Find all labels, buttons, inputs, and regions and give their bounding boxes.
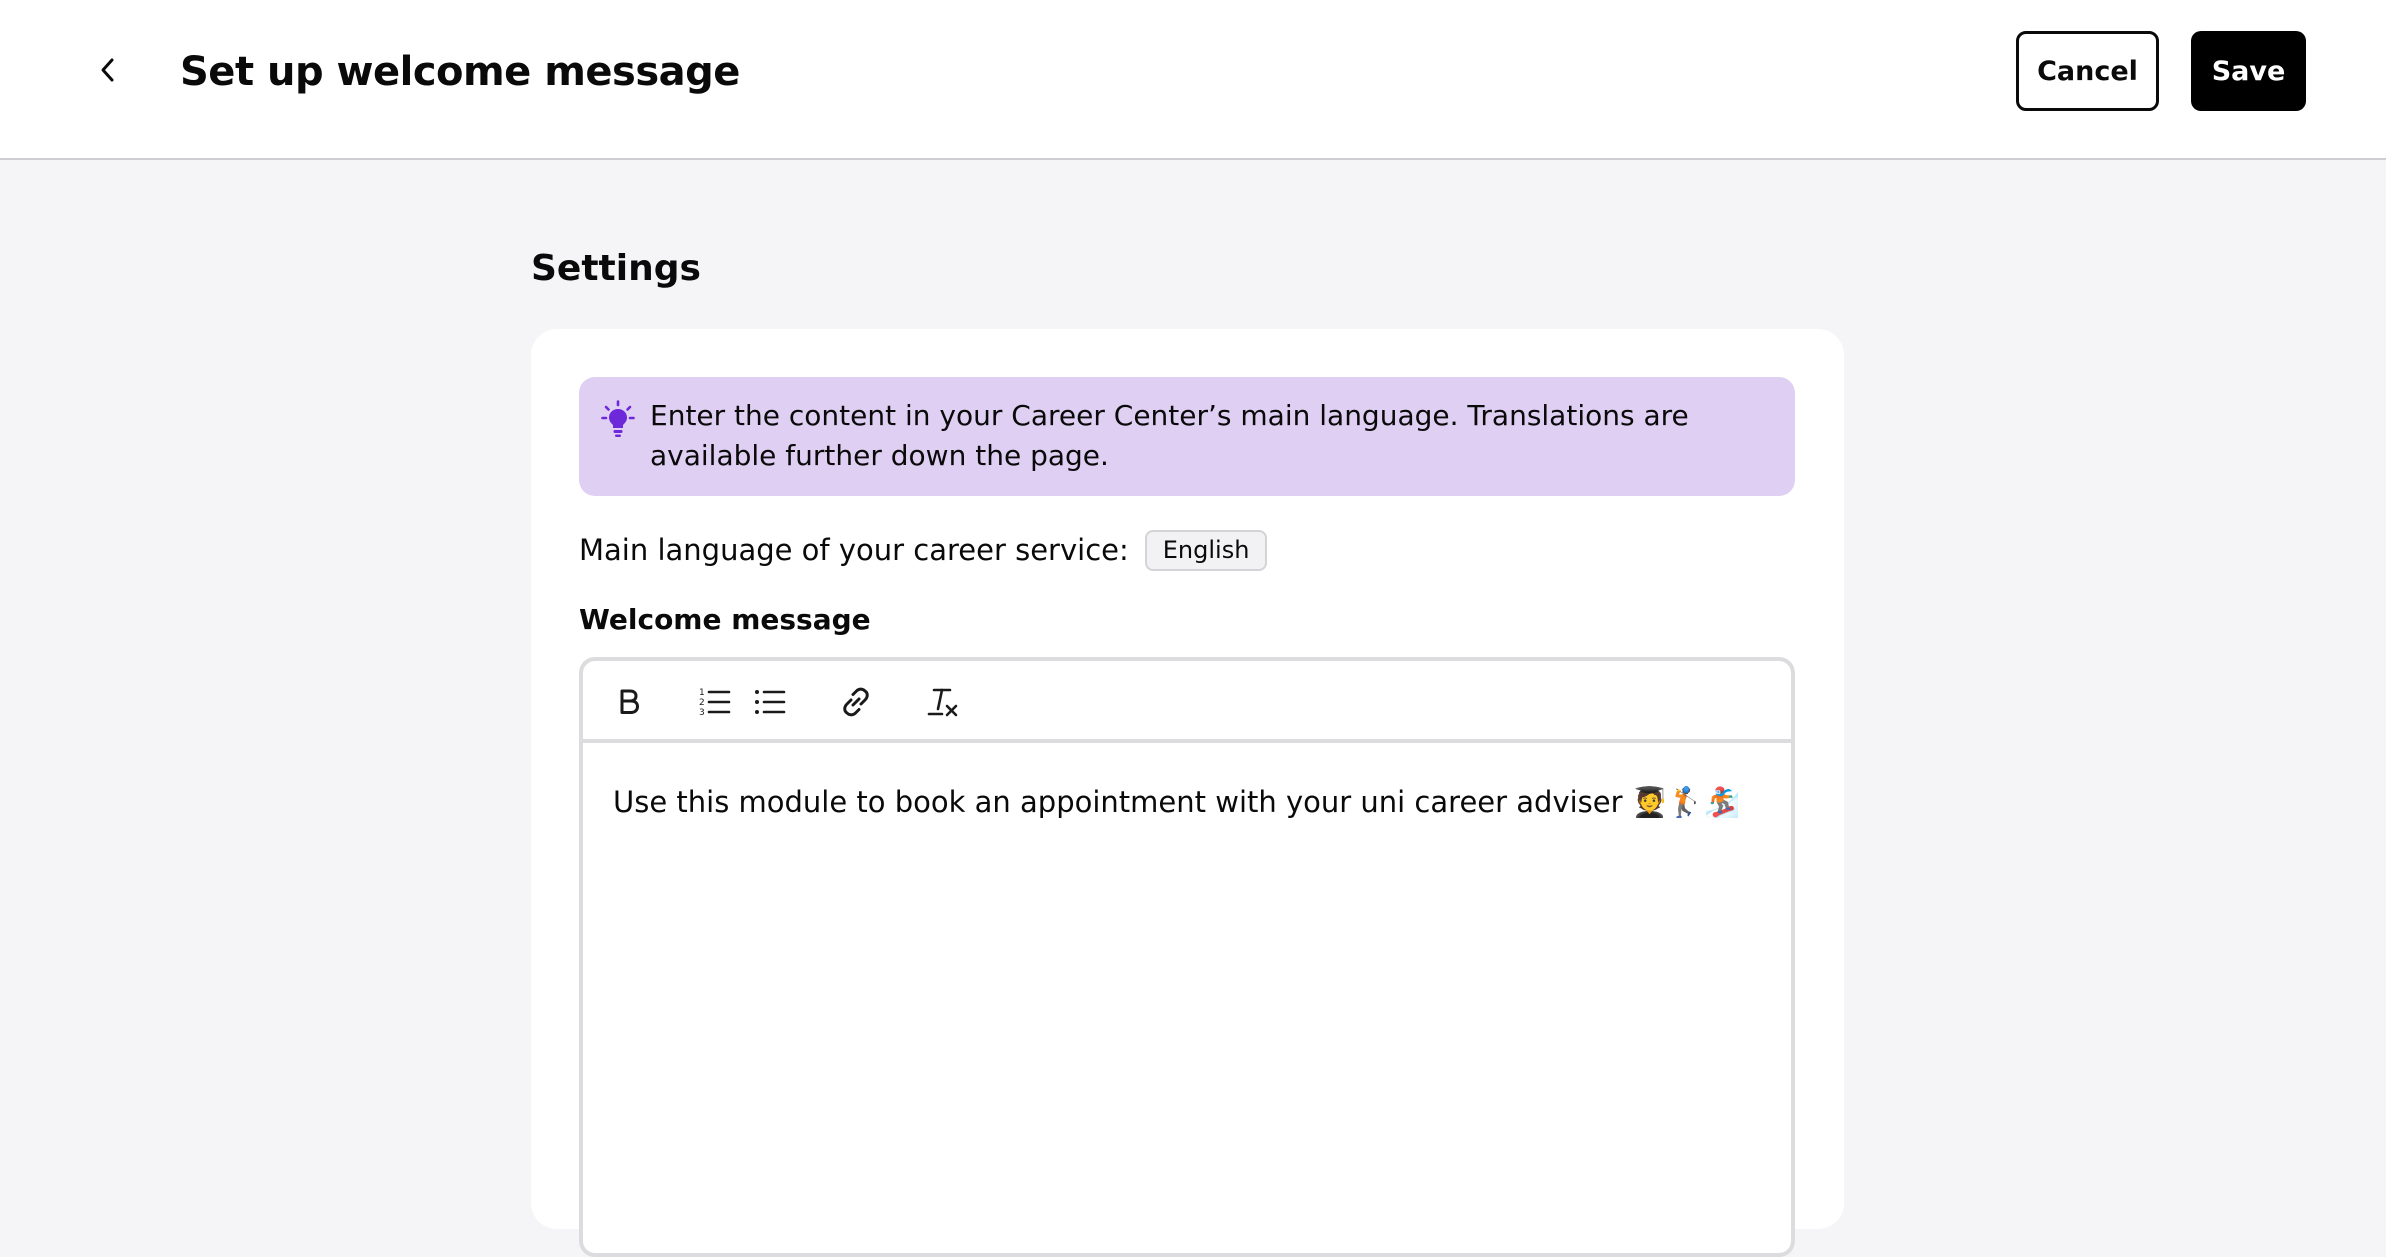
bullet-list-button[interactable] <box>750 682 790 722</box>
language-label: Main language of your career service: <box>579 533 1129 567</box>
page-title: Set up welcome message <box>180 49 740 95</box>
ordered-list-icon: 1 2 3 <box>699 688 731 718</box>
cancel-button[interactable]: Cancel <box>2016 31 2159 111</box>
svg-text:3: 3 <box>699 708 705 718</box>
link-icon <box>843 687 869 717</box>
chevron-left-icon <box>101 58 114 82</box>
info-banner: Enter the content in your Career Center’… <box>579 377 1795 496</box>
save-button[interactable]: Save <box>2191 31 2306 111</box>
section-title: Settings <box>531 248 701 289</box>
clear-formatting-icon <box>927 688 958 717</box>
info-banner-text: Enter the content in your Career Center’… <box>650 399 1689 472</box>
welcome-message-input[interactable]: Use this module to book an appointment w… <box>613 781 1763 823</box>
bold-icon <box>620 689 639 714</box>
lightbulb-icon <box>601 400 635 437</box>
bullet-list-icon <box>755 690 786 714</box>
settings-card: Enter the content in your Career Center’… <box>531 329 1844 1257</box>
clear-formatting-button[interactable] <box>923 682 963 722</box>
language-row: Main language of your career service: En… <box>579 528 1268 572</box>
svg-text:1: 1 <box>699 688 705 698</box>
ordered-list-button[interactable]: 1 2 3 <box>695 682 735 722</box>
svg-text:2: 2 <box>699 698 705 708</box>
top-bar: Set up welcome message Cancel Save <box>0 0 2386 160</box>
welcome-message-label: Welcome message <box>579 603 871 636</box>
language-badge: English <box>1144 529 1268 571</box>
back-button[interactable] <box>86 48 130 92</box>
bold-button[interactable] <box>609 682 649 722</box>
welcome-message-editor: 1 2 3 Use this module to book an appoint… <box>579 657 1795 1257</box>
link-button[interactable] <box>836 682 876 722</box>
editor-toolbar: 1 2 3 <box>583 661 1791 743</box>
